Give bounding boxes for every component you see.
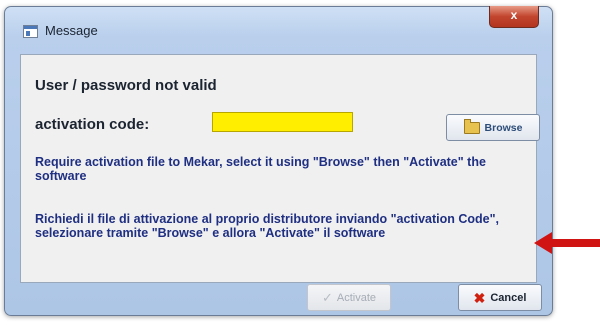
error-title: User / password not valid (35, 77, 217, 94)
folder-open-icon (463, 118, 480, 134)
activate-button[interactable]: ✓ Activate (307, 284, 391, 311)
cancel-label: Cancel (490, 291, 527, 304)
italian-instructions: Richiedi il file di attivazione al propr… (35, 212, 499, 240)
cancel-x-icon: ✖ (473, 289, 486, 306)
check-icon: ✓ (321, 290, 333, 305)
window-title: Message (45, 23, 98, 38)
message-dialog: Message x User / password not valid acti… (4, 6, 553, 316)
title-bar[interactable]: Message (5, 7, 552, 47)
browse-button[interactable]: Browse (446, 114, 540, 141)
dialog-body: User / password not valid activation cod… (20, 54, 540, 283)
english-instructions: Require activation file to Mekar, select… (35, 155, 486, 183)
window-icon (23, 25, 38, 38)
activation-code-label: activation code: (35, 116, 150, 133)
close-button[interactable]: x (489, 6, 539, 28)
browse-label: Browse (484, 121, 523, 134)
button-bar: ✓ Activate ✖ Cancel (20, 283, 542, 315)
cancel-button[interactable]: ✖ Cancel (458, 284, 542, 311)
annotation-arrow-icon (534, 232, 600, 254)
activation-code-field[interactable] (212, 112, 353, 132)
activate-label: Activate (336, 291, 377, 304)
